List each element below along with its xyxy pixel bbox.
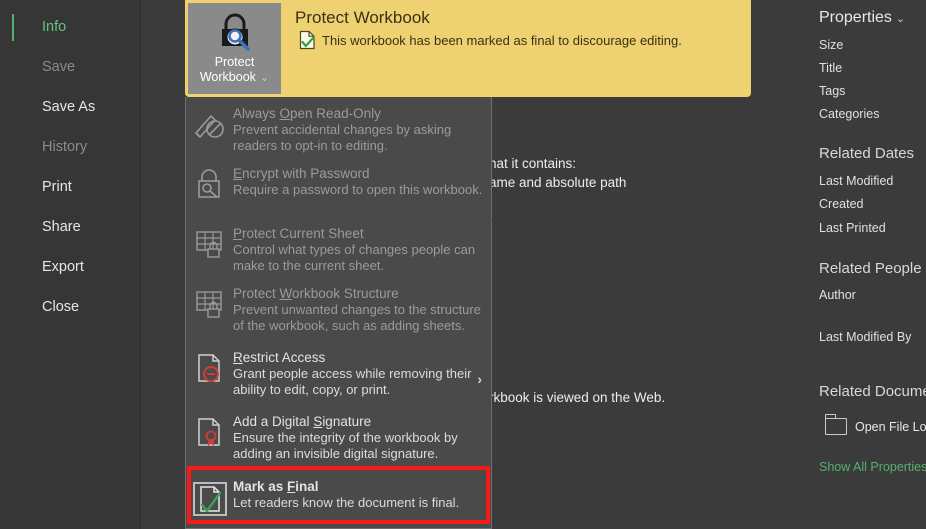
property-group-related-dates: Related Dates	[819, 145, 915, 162]
menu-item-mark-as-final[interactable]: Mark as Final Let readers know the docum…	[187, 478, 492, 516]
chevron-right-icon: ›	[477, 371, 482, 387]
pencil-no-edit-icon	[187, 105, 233, 154]
menu-item-always-open-read-only[interactable]: Always Open Read-Only Prevent accidental…	[187, 105, 492, 154]
sidebar-item-label: Close	[42, 299, 80, 315]
sidebar-item-info[interactable]: Info	[0, 14, 140, 40]
lock-key-icon	[187, 165, 233, 199]
info-body-line-2: ame and absolute path	[489, 175, 627, 190]
protect-workbook-banner: Protect Workbook ⌄ Protect Workbook This …	[185, 0, 751, 97]
property-group-related-people: Related People	[819, 260, 922, 277]
banner-title: Protect Workbook	[295, 8, 430, 27]
property-label-size: Size	[819, 38, 844, 52]
open-file-location-label: Open File Loc	[855, 419, 926, 434]
protect-workbook-button-label: Protect Workbook ⌄	[200, 55, 269, 86]
sidebar-item-history[interactable]: History	[0, 134, 140, 160]
sidebar-item-label: Print	[42, 179, 72, 195]
menu-item-protect-workbook-structure[interactable]: Protect Workbook Structure Prevent unwan…	[187, 285, 492, 334]
sidebar-item-share[interactable]: Share	[0, 214, 140, 240]
sidebar-item-print[interactable]: Print	[0, 174, 140, 200]
menu-item-add-digital-signature[interactable]: Add a Digital Signature Ensure the integ…	[187, 413, 492, 462]
workbook-structure-lock-icon	[187, 285, 233, 334]
sheet-lock-icon	[187, 225, 233, 274]
menu-item-title: Protect Workbook Structure	[233, 286, 399, 301]
chevron-down-icon: ⌄	[259, 72, 270, 84]
menu-item-description: Ensure the integrity of the workbook by …	[233, 430, 458, 461]
menu-item-title: Restrict Access	[233, 350, 326, 365]
menu-item-title: Protect Current Sheet	[233, 226, 364, 241]
property-label-categories: Categories	[819, 107, 880, 121]
mark-as-final-icon	[187, 478, 233, 516]
property-label-last-printed: Last Printed	[819, 221, 886, 235]
property-label-author: Author	[819, 288, 856, 302]
property-group-related-documents: Related Docume	[819, 383, 926, 400]
menu-item-description: Let readers know the document is final.	[233, 495, 460, 510]
menu-item-description: Require a password to open this workbook…	[233, 182, 483, 197]
sidebar-item-close[interactable]: Close	[0, 294, 140, 320]
menu-item-description: Grant people access while removing their…	[233, 366, 472, 397]
lock-magnifier-icon	[212, 11, 258, 53]
menu-item-title: Always Open Read-Only	[233, 106, 381, 121]
folder-icon	[824, 414, 847, 435]
sidebar-item-save-as[interactable]: Save As	[0, 94, 140, 120]
show-all-properties-link[interactable]: Show All Properties	[819, 460, 926, 474]
open-file-location-button[interactable]: Open File Loc	[824, 414, 926, 435]
properties-header-label: Properties	[819, 9, 892, 26]
sidebar-item-label: History	[42, 139, 88, 155]
menu-item-description: Control what types of changes people can…	[233, 242, 476, 273]
sidebar-item-export[interactable]: Export	[0, 254, 140, 280]
protect-workbook-button-label-line2: Workbook	[199, 70, 256, 84]
sidebar-item-label: Export	[42, 259, 84, 275]
menu-item-protect-current-sheet[interactable]: Protect Current Sheet Control what types…	[187, 225, 492, 274]
menu-divider	[187, 219, 492, 220]
property-label-last-modified-by: Last Modified By	[819, 330, 912, 344]
info-body-line-3: rkbook is viewed on the Web.	[489, 390, 666, 405]
menu-item-title: Encrypt with Password	[233, 166, 370, 181]
sidebar-item-save[interactable]: Save	[0, 54, 140, 80]
menu-item-encrypt-with-password[interactable]: Encrypt with Password Require a password…	[187, 165, 492, 199]
property-label-created: Created	[819, 197, 864, 211]
sidebar-item-label: Save As	[42, 99, 96, 115]
chevron-down-icon: ⌄	[895, 13, 906, 25]
menu-item-description: Prevent unwanted changes to the structur…	[233, 302, 481, 333]
protect-workbook-button[interactable]: Protect Workbook ⌄	[188, 3, 281, 94]
properties-header[interactable]: Properties ⌄	[819, 9, 905, 27]
menu-item-title: Add a Digital Signature	[233, 414, 372, 429]
menu-item-restrict-access[interactable]: Restrict Access Grant people access whil…	[187, 349, 492, 398]
sidebar-item-label: Share	[42, 219, 81, 235]
sidebar-item-label: Info	[42, 19, 67, 35]
property-label-title: Title	[819, 61, 843, 75]
restrict-access-icon	[187, 349, 233, 398]
properties-pane: Properties ⌄ Size Title Tags Categories R…	[800, 0, 926, 529]
property-label-tags: Tags	[819, 84, 846, 98]
menu-item-title: Mark as Final	[233, 479, 319, 494]
protect-workbook-dropdown-menu: Always Open Read-Only Prevent accidental…	[185, 97, 492, 529]
backstage-sidebar: Info Save Save As History Print Share Ex…	[0, 0, 141, 529]
protect-workbook-button-label-line1: Protect	[214, 55, 255, 69]
info-body-line-1: hat it contains:	[489, 156, 577, 171]
digital-signature-icon	[187, 413, 233, 462]
banner-description: This workbook has been marked as final t…	[322, 33, 682, 48]
sidebar-item-label: Save	[42, 59, 76, 75]
property-label-last-modified: Last Modified	[819, 174, 894, 188]
marked-as-final-doc-icon	[299, 30, 316, 50]
menu-item-description: Prevent accidental changes by asking rea…	[233, 122, 452, 153]
